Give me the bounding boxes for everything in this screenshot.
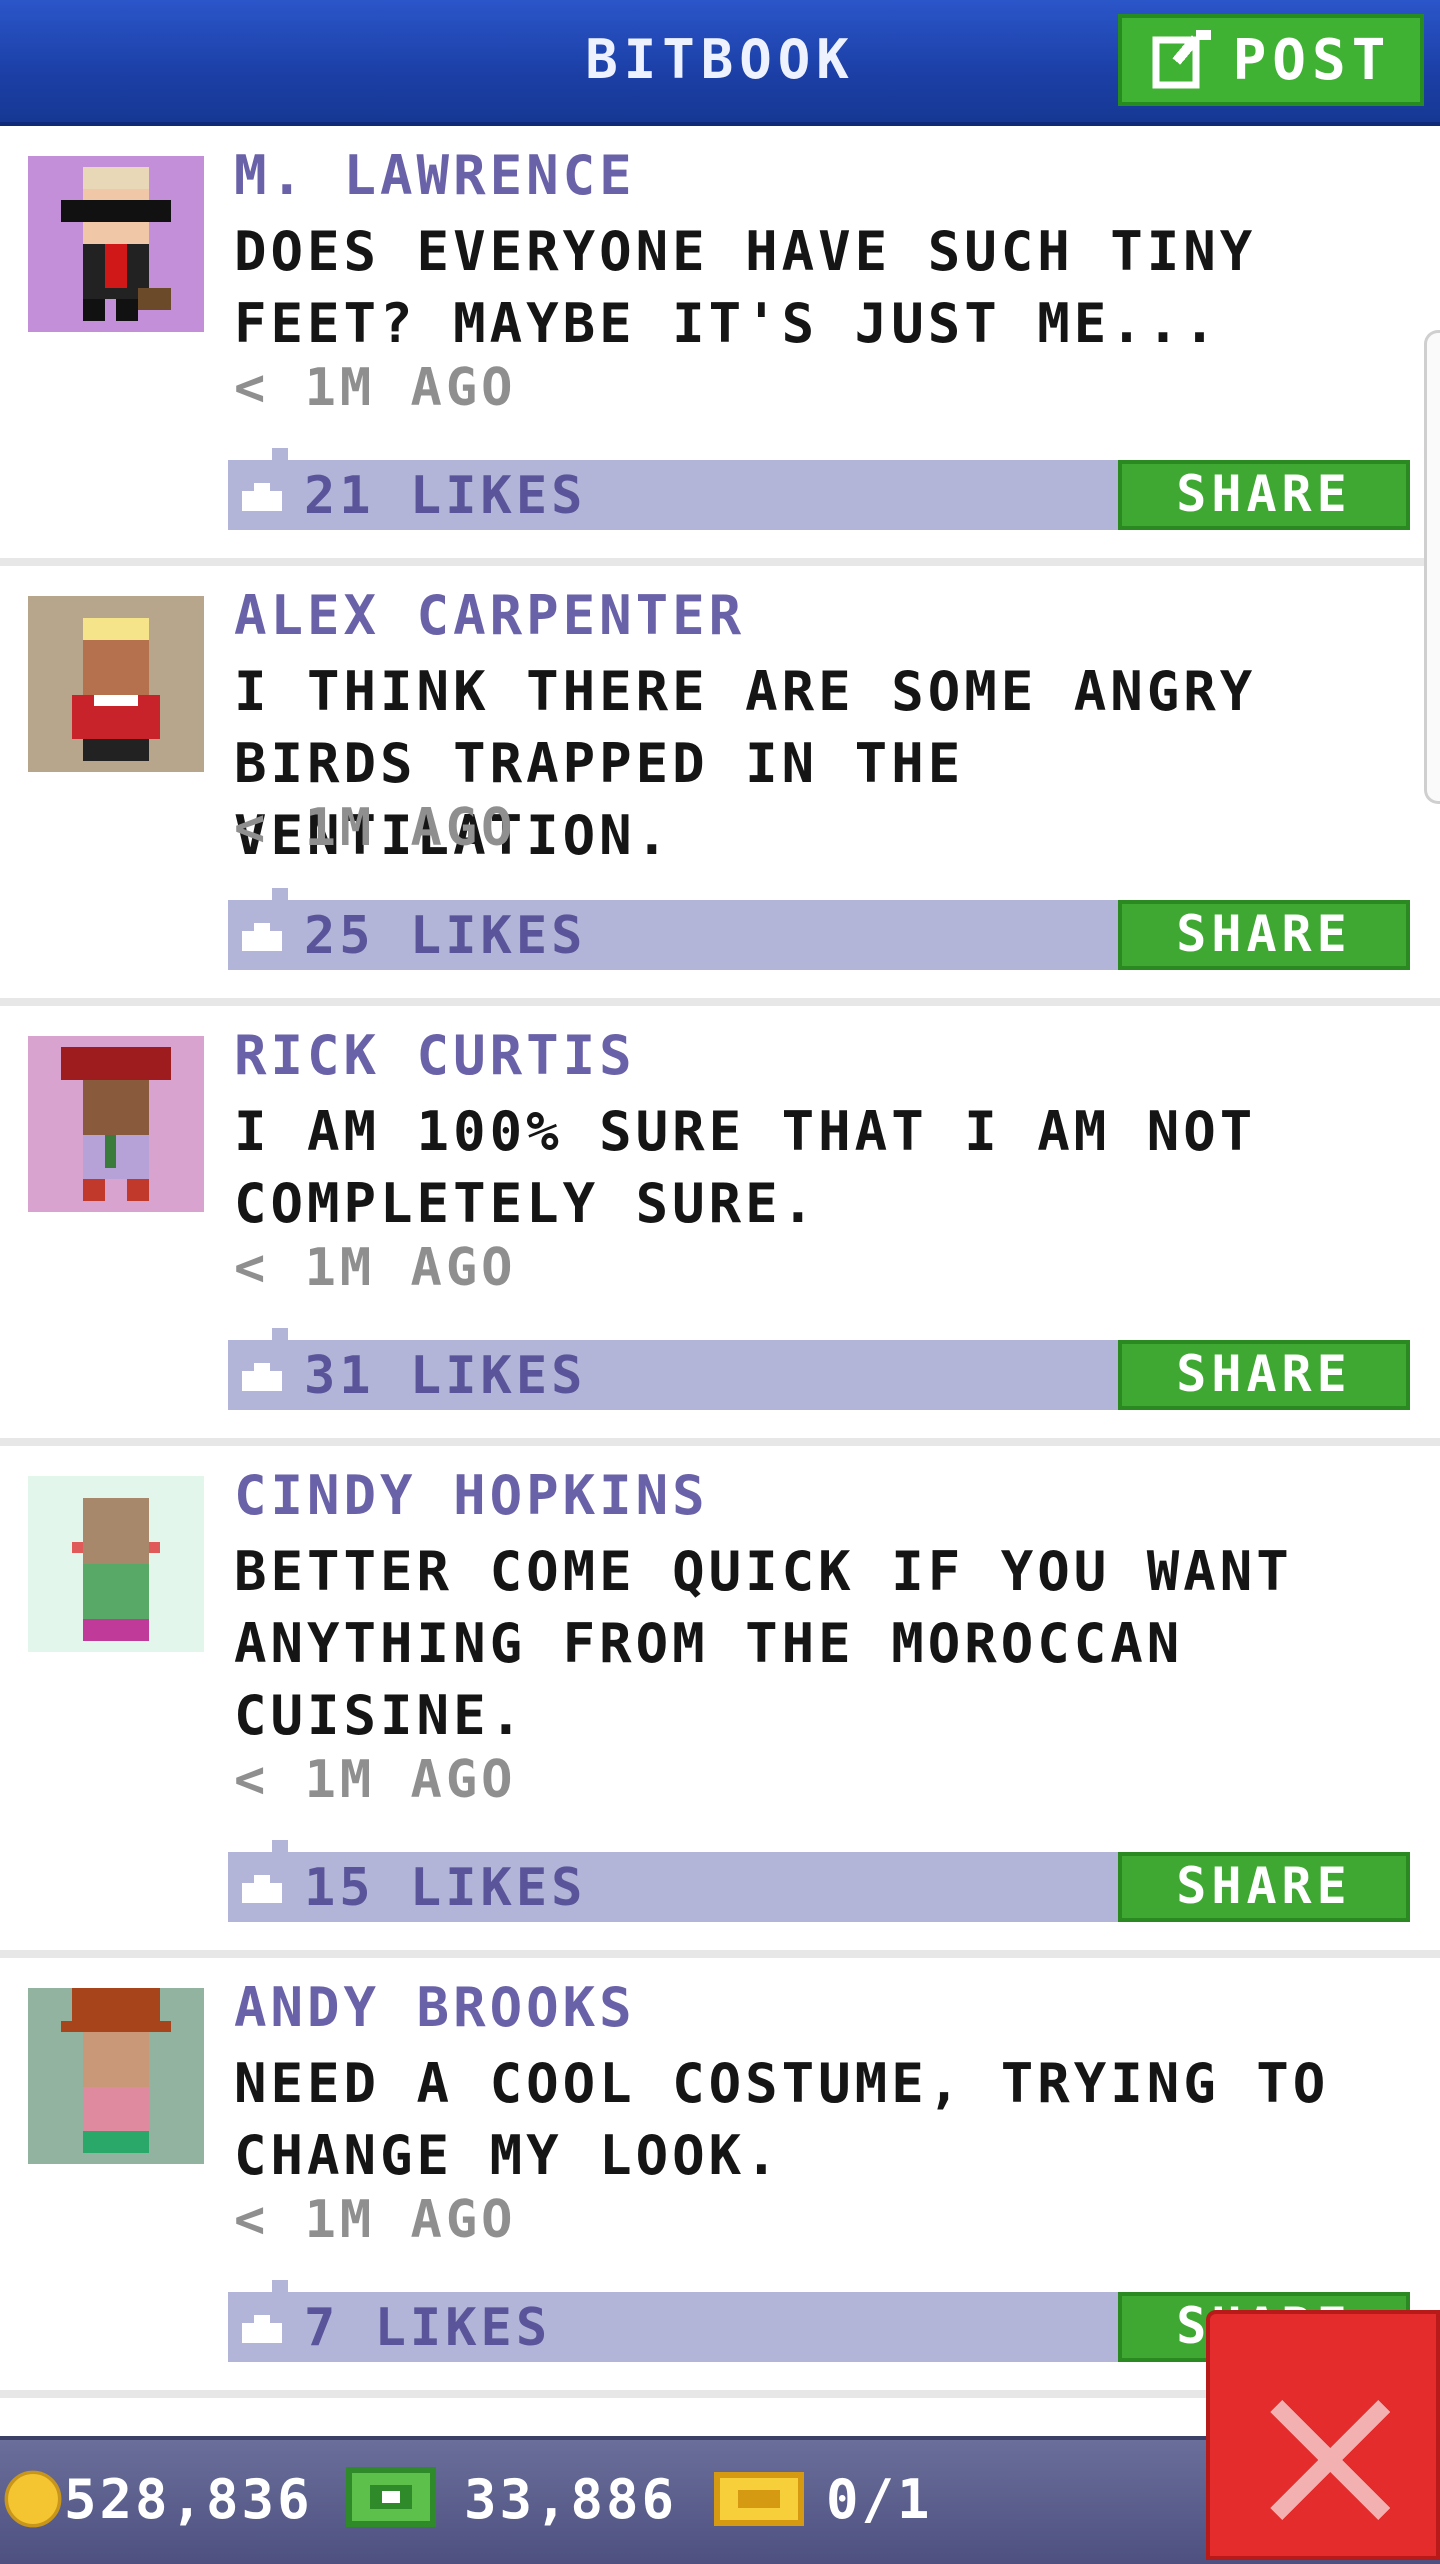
thumbs-up-icon[interactable] (242, 1870, 282, 1904)
post-author[interactable]: ANDY BROOKS (234, 1976, 636, 2039)
coin-balance: 528,836 (64, 2468, 313, 2531)
post-author[interactable]: RICK CURTIS (234, 1024, 636, 1087)
post-time: < 1M AGO (234, 2190, 517, 2250)
bux-balance: 33,886 (464, 2468, 678, 2531)
close-icon (1270, 2400, 1390, 2520)
feed-post: ALEX CARPENTER I THINK THERE ARE SOME AN… (0, 566, 1440, 1006)
like-bar: 21 LIKES SHARE (228, 448, 1410, 530)
feed-post: M. LAWRENCE DOES EVERYONE HAVE SUCH TINY… (0, 126, 1440, 566)
post-message: I AM 100% SURE THAT I AM NOT COMPLETELY … (234, 1100, 1257, 1235)
ticket-count: 0/1 (826, 2468, 933, 2531)
post-author[interactable]: CINDY HOPKINS (234, 1464, 709, 1527)
close-button[interactable] (1206, 2310, 1440, 2560)
share-button[interactable]: SHARE (1118, 1852, 1410, 1922)
like-count: 7 LIKES (304, 2298, 552, 2358)
thumbs-up-icon[interactable] (242, 918, 282, 952)
avatar (28, 1988, 204, 2164)
post-time: < 1M AGO (234, 358, 517, 418)
post-button-label: POST (1232, 27, 1392, 93)
coin-icon (4, 2470, 62, 2528)
scrollbar[interactable] (1424, 330, 1440, 804)
feed-post: CINDY HOPKINS BETTER COME QUICK IF YOU W… (0, 1446, 1440, 1958)
post-time: < 1M AGO (234, 1750, 517, 1810)
share-button[interactable]: SHARE (1118, 900, 1410, 970)
like-count: 21 LIKES (304, 466, 587, 526)
post-author[interactable]: M. LAWRENCE (234, 144, 636, 207)
thumbs-up-icon[interactable] (242, 2310, 282, 2344)
feed: M. LAWRENCE DOES EVERYONE HAVE SUCH TINY… (0, 126, 1440, 2398)
post-message: BETTER COME QUICK IF YOU WANT ANYTHING F… (234, 1540, 1293, 1747)
like-bar: 31 LIKES SHARE (228, 1328, 1410, 1410)
post-time: < 1M AGO (234, 798, 517, 858)
like-count: 31 LIKES (304, 1346, 587, 1406)
post-message: DOES EVERYONE HAVE SUCH TINY FEET? MAYBE… (234, 220, 1257, 355)
avatar (28, 1476, 204, 1652)
bux-icon (346, 2467, 436, 2527)
avatar (28, 156, 204, 332)
post-button[interactable]: POST (1118, 14, 1424, 106)
like-count: 15 LIKES (304, 1858, 587, 1918)
avatar (28, 596, 204, 772)
edit-icon (1152, 30, 1211, 89)
app-header: BITBOOK POST (0, 0, 1440, 126)
thumbs-up-icon[interactable] (242, 1358, 282, 1392)
thumbs-up-icon[interactable] (242, 478, 282, 512)
post-message: NEED A COOL COSTUME, TRYING TO CHANGE MY… (234, 2052, 1330, 2187)
like-bar: 15 LIKES SHARE (228, 1840, 1410, 1922)
post-author[interactable]: ALEX CARPENTER (234, 584, 745, 647)
post-time: < 1M AGO (234, 1238, 517, 1298)
like-bar: 25 LIKES SHARE (228, 888, 1410, 970)
share-button[interactable]: SHARE (1118, 460, 1410, 530)
share-button[interactable]: SHARE (1118, 1340, 1410, 1410)
like-count: 25 LIKES (304, 906, 587, 966)
ticket-icon (714, 2472, 804, 2526)
feed-post: RICK CURTIS I AM 100% SURE THAT I AM NOT… (0, 1006, 1440, 1446)
avatar (28, 1036, 204, 1212)
